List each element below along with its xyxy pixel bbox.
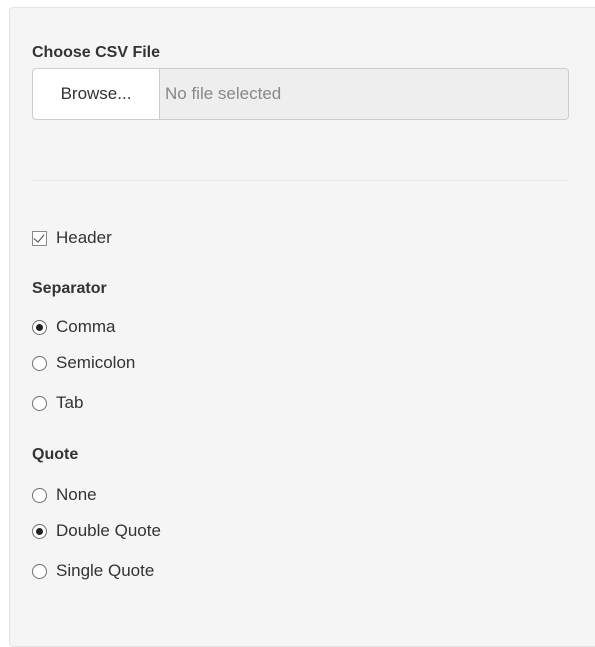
checkmark-icon [33, 230, 45, 243]
radio-unselected-icon[interactable] [32, 395, 47, 411]
separator-option-label: Semicolon [56, 353, 136, 372]
radio-selected-icon[interactable] [32, 523, 47, 539]
quote-option-double[interactable]: Double Quote [32, 519, 161, 543]
quote-option-label: Double Quote [56, 521, 161, 540]
quote-label: Quote [32, 446, 79, 463]
checkbox-checked-icon[interactable] [32, 230, 47, 246]
file-name-display[interactable]: No file selected [160, 68, 569, 120]
separator-option-label: Comma [56, 317, 116, 336]
separator-option-semicolon[interactable]: Semicolon [32, 351, 135, 375]
radio-selected-icon[interactable] [32, 319, 47, 335]
separator-option-label: Tab [56, 393, 84, 412]
browse-button[interactable]: Browse... [32, 68, 160, 120]
radio-unselected-icon[interactable] [32, 563, 47, 579]
separator-label: Separator [32, 280, 107, 297]
radio-unselected-icon[interactable] [32, 487, 47, 503]
radio-dot-icon [36, 527, 43, 535]
header-checkbox-label: Header [56, 228, 112, 247]
file-input-group: Browse... No file selected [32, 68, 569, 120]
radio-unselected-icon[interactable] [32, 355, 47, 371]
file-input-label: Choose CSV File [32, 44, 161, 61]
quote-option-single[interactable]: Single Quote [32, 559, 154, 583]
quote-option-none[interactable]: None [32, 483, 97, 507]
separator-option-tab[interactable]: Tab [32, 391, 83, 415]
header-checkbox-option[interactable]: Header [32, 226, 112, 250]
quote-option-label: None [56, 485, 97, 504]
radio-dot-icon [36, 323, 43, 331]
separator-option-comma[interactable]: Comma [32, 315, 116, 339]
divider [32, 180, 569, 181]
quote-option-label: Single Quote [56, 561, 155, 580]
